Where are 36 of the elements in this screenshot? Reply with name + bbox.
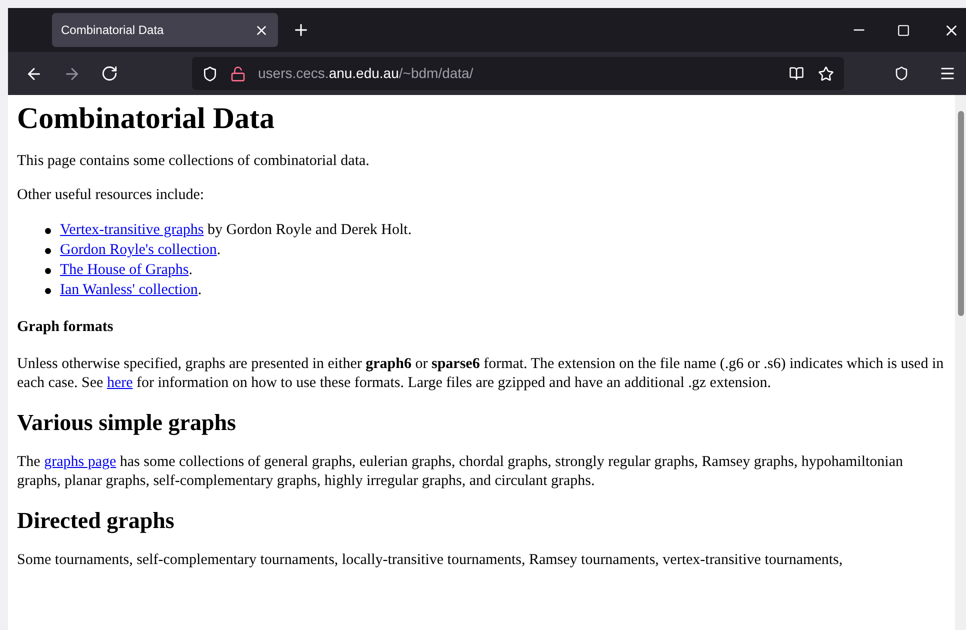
bullet-icon (45, 268, 51, 274)
page-title: Combinatorial Data (17, 101, 274, 137)
list-item: The House of Graphs. (60, 261, 192, 280)
text-link[interactable]: Vertex-transitive graphs (60, 222, 204, 238)
paragraph: This page contains some collections of combinatorial data. (17, 152, 370, 171)
paragraph: The graphs page has some collections of general graphs, eulerian graphs, chordal graphs, strongly regular graphs, Ramsey graphs, hypohamiltonian graphs, planar graphs, self-complementary graphs, highly irregular graphs, and circulant graphs. (17, 453, 904, 491)
text-link[interactable]: Ian Wanless' collection (60, 282, 198, 298)
url-text: users.cecs.anu.edu.au/~bdm/data/ (258, 64, 474, 83)
scrollbar[interactable] (955, 95, 966, 630)
shield-icon[interactable] (202, 66, 218, 82)
list-item: Vertex-transitive graphs by Gordon Royle and Derek Holt. (60, 221, 412, 240)
text-link[interactable]: Gordon Royle's collection (60, 242, 217, 258)
maximize-icon[interactable] (897, 24, 910, 36)
bullet-icon (45, 228, 51, 234)
list-item: Gordon Royle's collection. (60, 241, 221, 260)
paragraph: Unless otherwise specified, graphs are presented in either graph6 or sparse6 format. The extension on the file name (.g6 or .s6) indicates which is used in each case. See here for information on how to use these formats. Large files are gzipped and have an additional .gz extension. (17, 355, 945, 393)
text-link[interactable]: graphs page (44, 454, 116, 470)
bullet-icon (45, 288, 51, 294)
paragraph: Some tournaments, self-complementary tournaments, locally-transitive tournaments, Ramsey tournaments, vertex-transitive tournaments, (17, 551, 844, 570)
bullet-icon (45, 248, 51, 254)
menu-icon[interactable] (939, 65, 956, 82)
text-link[interactable]: here (106, 375, 133, 391)
new-tab-icon[interactable] (292, 21, 310, 39)
section-heading: Graph formats (17, 318, 114, 337)
reader-view-icon[interactable] (789, 66, 804, 81)
star-icon[interactable] (818, 66, 834, 82)
browser-tab[interactable]: Combinatorial Data (52, 13, 278, 47)
lock-icon[interactable] (230, 66, 246, 82)
list-item: Ian Wanless' collection. (60, 281, 202, 300)
reload-icon[interactable] (101, 65, 118, 82)
address-bar[interactable]: users.cecs.anu.edu.au/~bdm/data/ (192, 57, 844, 90)
tab-title: Combinatorial Data (61, 22, 165, 39)
paragraph: Other useful resources include: (17, 186, 206, 205)
section-heading: Various simple graphs (17, 409, 236, 437)
section-heading: Directed graphs (17, 507, 174, 535)
text-link[interactable]: The House of Graphs (60, 262, 189, 278)
